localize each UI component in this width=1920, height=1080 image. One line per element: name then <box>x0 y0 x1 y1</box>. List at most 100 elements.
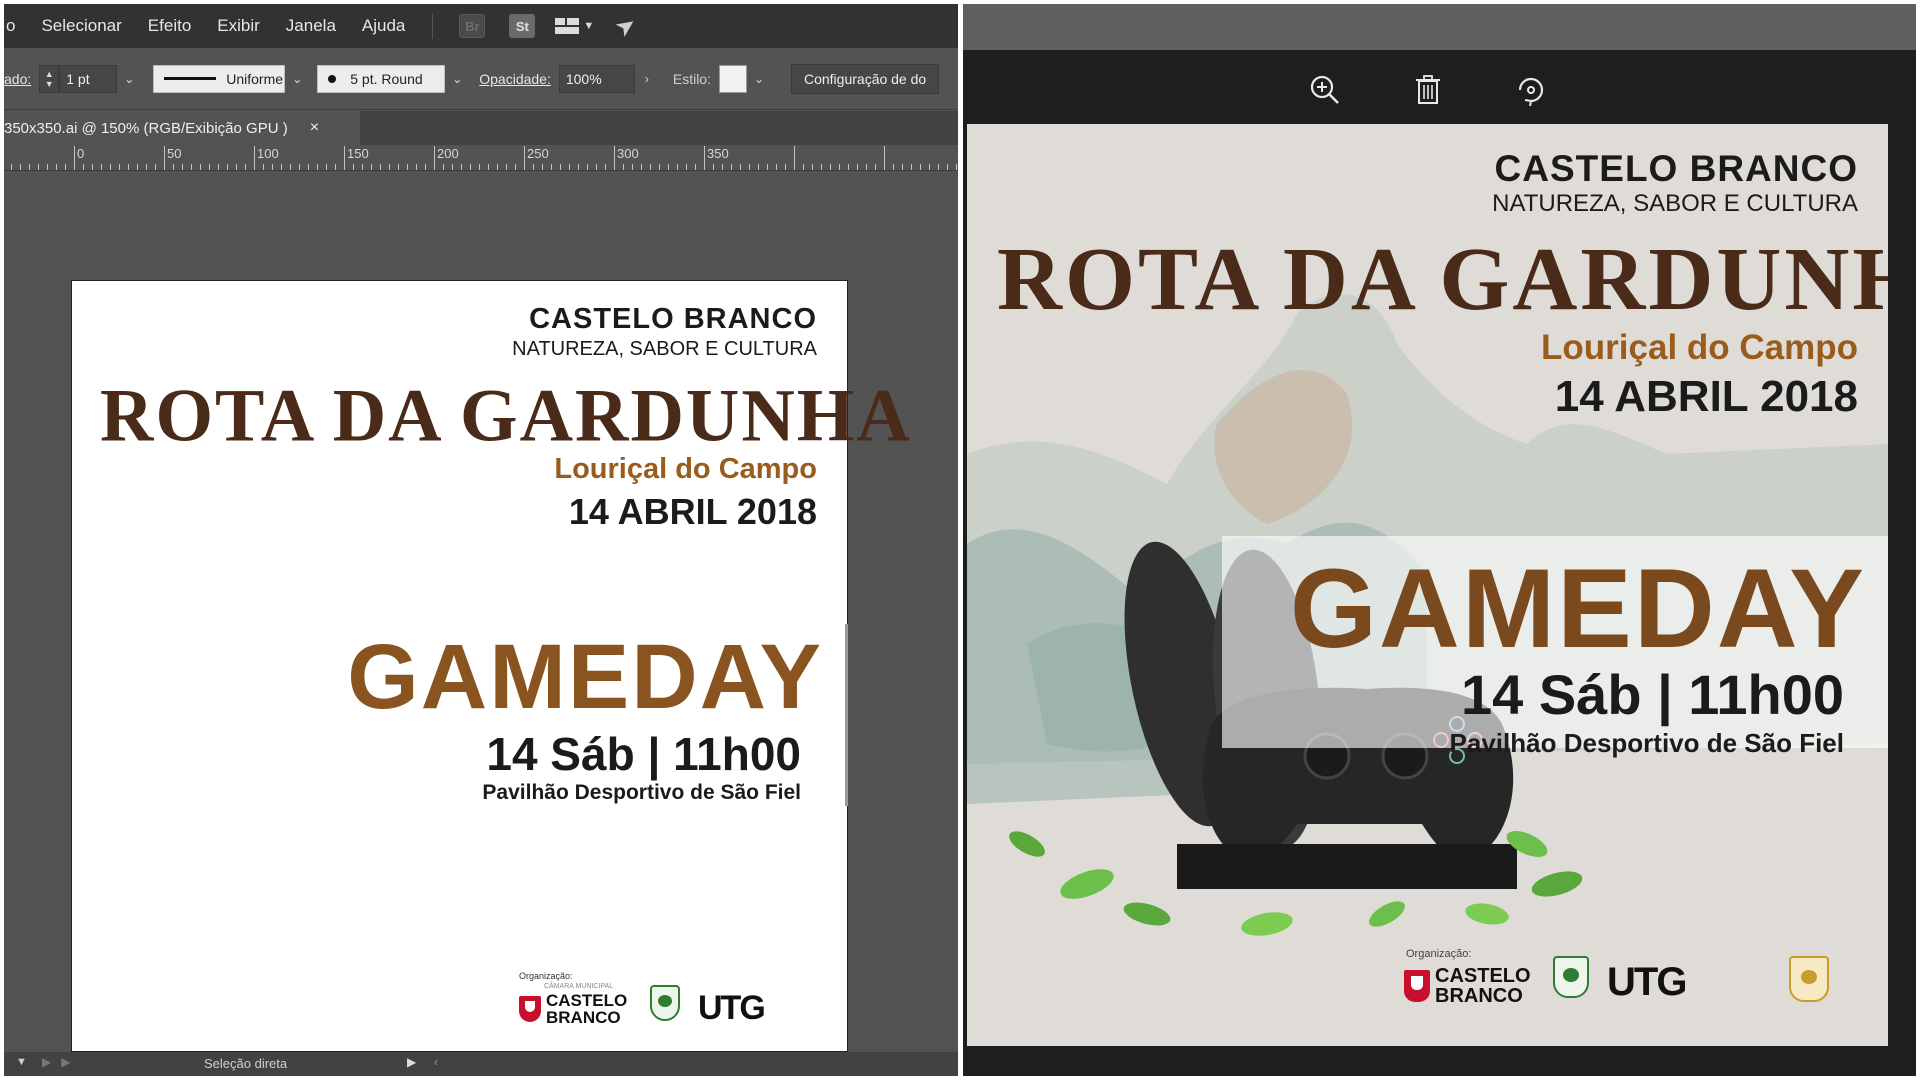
opacity-field[interactable]: 100% <box>558 64 635 93</box>
ruler-tick <box>353 164 354 170</box>
ruler-tick <box>785 164 786 170</box>
stock-icon[interactable]: St <box>509 14 536 38</box>
ruler-tick <box>389 164 390 170</box>
ruler-tick <box>227 164 228 170</box>
ruler-tick <box>101 164 102 170</box>
ruler-tick <box>128 164 129 170</box>
opacity-label[interactable]: Opacidade: <box>479 71 551 87</box>
poster-venue: Pavilhão Desportivo de São Fiel <box>1449 728 1844 758</box>
poster-city: CASTELO BRANCO <box>529 303 817 335</box>
chevron-left-icon[interactable]: ‹ <box>434 1055 438 1069</box>
ruler-tick <box>398 164 399 170</box>
ruler-tick <box>704 146 705 170</box>
ruler-tick <box>434 146 435 170</box>
menu-item-selecionar[interactable]: Selecionar <box>28 16 134 36</box>
ruler-tick <box>380 164 381 170</box>
ruler-tick <box>812 164 813 170</box>
parish-crest-icon <box>650 985 680 1021</box>
opacity-arrow[interactable]: › <box>635 65 659 93</box>
stroke-stepper[interactable]: ▲ ▼ <box>39 64 60 93</box>
document-setup-button[interactable]: Configuração de do <box>790 63 940 94</box>
ruler-tick <box>767 164 768 170</box>
chevron-down-icon[interactable]: ▼ <box>16 1056 27 1068</box>
horizontal-ruler[interactable]: 0 50 100 150 200 250 300 350 <box>4 145 958 171</box>
close-icon[interactable]: × <box>310 119 319 137</box>
stroke-label: ado: <box>4 70 32 87</box>
ruler-tick <box>191 164 192 170</box>
menu-item-partial[interactable]: o <box>4 16 28 36</box>
profile-dropdown[interactable]: ⌄ <box>285 65 309 93</box>
ruler-tick <box>371 164 372 170</box>
artboard[interactable]: CASTELO BRANCO NATUREZA, SABOR E CULTURA… <box>71 280 910 1052</box>
ruler-tick <box>83 164 84 170</box>
ruler-tick <box>542 164 543 170</box>
ruler-tick <box>740 164 741 170</box>
ruler-tick <box>614 146 615 170</box>
ruler-tick <box>272 164 273 170</box>
style-dropdown[interactable]: ⌄ <box>747 65 771 93</box>
ruler-tick <box>56 164 57 170</box>
council-small-text: CÂMARA MUNICIPAL <box>544 983 614 990</box>
ruler-tick <box>713 164 714 170</box>
ruler-tick <box>200 164 201 170</box>
vertical-scrollbar[interactable] <box>845 624 848 806</box>
poster-route-title: ROTA DA GARDUNHA <box>100 374 912 458</box>
ruler-tick <box>623 164 624 170</box>
ruler-tick <box>578 164 579 170</box>
zoom-in-icon[interactable] <box>1305 70 1345 110</box>
ruler-label: 300 <box>617 146 639 161</box>
ruler-tick <box>146 164 147 170</box>
brush-label: 5 pt. Round <box>350 70 423 87</box>
artboard-nav-icons[interactable]: ▶▶ <box>42 1055 80 1069</box>
poster-date: 14 ABRIL 2018 <box>568 491 817 532</box>
municipal-crest-icon <box>1789 956 1829 1002</box>
ruler-label: 250 <box>527 146 549 161</box>
ruler-tick <box>155 164 156 170</box>
ruler-tick <box>47 164 48 170</box>
ruler-label: 50 <box>167 146 182 161</box>
rocket-icon[interactable]: ➤ <box>610 8 643 43</box>
photo-viewer-window: CASTELO BRANCO NATUREZA, SABOR E CULTURA… <box>963 4 1916 1076</box>
bridge-icon[interactable]: Br <box>459 14 486 38</box>
trash-icon[interactable] <box>1408 70 1448 110</box>
ruler-label: 100 <box>257 146 279 161</box>
org-label: Organização: <box>1406 948 1472 960</box>
ruler-label: 350 <box>707 146 729 161</box>
ruler-tick <box>119 164 120 170</box>
ruler-label: 0 <box>77 146 85 161</box>
ruler-tick <box>452 164 453 170</box>
play-icon[interactable]: ▶ <box>407 1055 416 1069</box>
brush-dot-icon <box>328 74 337 83</box>
ruler-tick <box>884 146 885 170</box>
ruler-tick <box>506 164 507 170</box>
menu-item-exibir[interactable]: Exibir <box>204 16 273 36</box>
ruler-tick <box>425 164 426 170</box>
stroke-profile-select[interactable]: Uniforme <box>153 64 286 93</box>
ruler-tick <box>938 164 939 170</box>
ruler-tick <box>569 164 570 170</box>
ruler-tick <box>11 164 12 170</box>
style-swatch[interactable] <box>718 64 747 93</box>
poster-time: 14 Sáb | 11h00 <box>486 728 801 780</box>
menu-item-ajuda[interactable]: Ajuda <box>349 16 418 36</box>
ruler-tick <box>587 164 588 170</box>
poster-place: Louriçal do Campo <box>1541 328 1858 367</box>
brush-select[interactable]: 5 pt. Round <box>317 64 446 93</box>
brush-dropdown[interactable]: ⌄ <box>445 65 469 93</box>
utg-logo: UTG <box>1607 960 1687 1004</box>
menu-item-janela[interactable]: Janela <box>273 16 349 36</box>
menu-item-efeito[interactable]: Efeito <box>135 16 204 36</box>
document-tab[interactable]: 350x350.ai @ 150% (RGB/Exibição GPU ) × <box>4 111 360 145</box>
ruler-tick <box>326 164 327 170</box>
ruler-tick <box>911 164 912 170</box>
status-bar: ▼ ▶▶ Seleção direta ▶ ‹ <box>4 1052 958 1076</box>
ruler-tick <box>344 146 345 170</box>
castelo-branco-logo: CASTELO BRANCO <box>1404 966 1531 1006</box>
workspace-switcher[interactable]: ▼ <box>555 18 594 34</box>
rotate-icon[interactable] <box>1511 70 1551 110</box>
stroke-weight-dropdown[interactable]: ⌄ <box>117 65 141 93</box>
ruler-tick <box>74 146 75 170</box>
poster-image[interactable]: CASTELO BRANCO NATUREZA, SABOR E CULTURA… <box>967 124 1888 1046</box>
ruler-tick <box>137 164 138 170</box>
stroke-weight-field[interactable]: 1 pt <box>59 64 118 93</box>
